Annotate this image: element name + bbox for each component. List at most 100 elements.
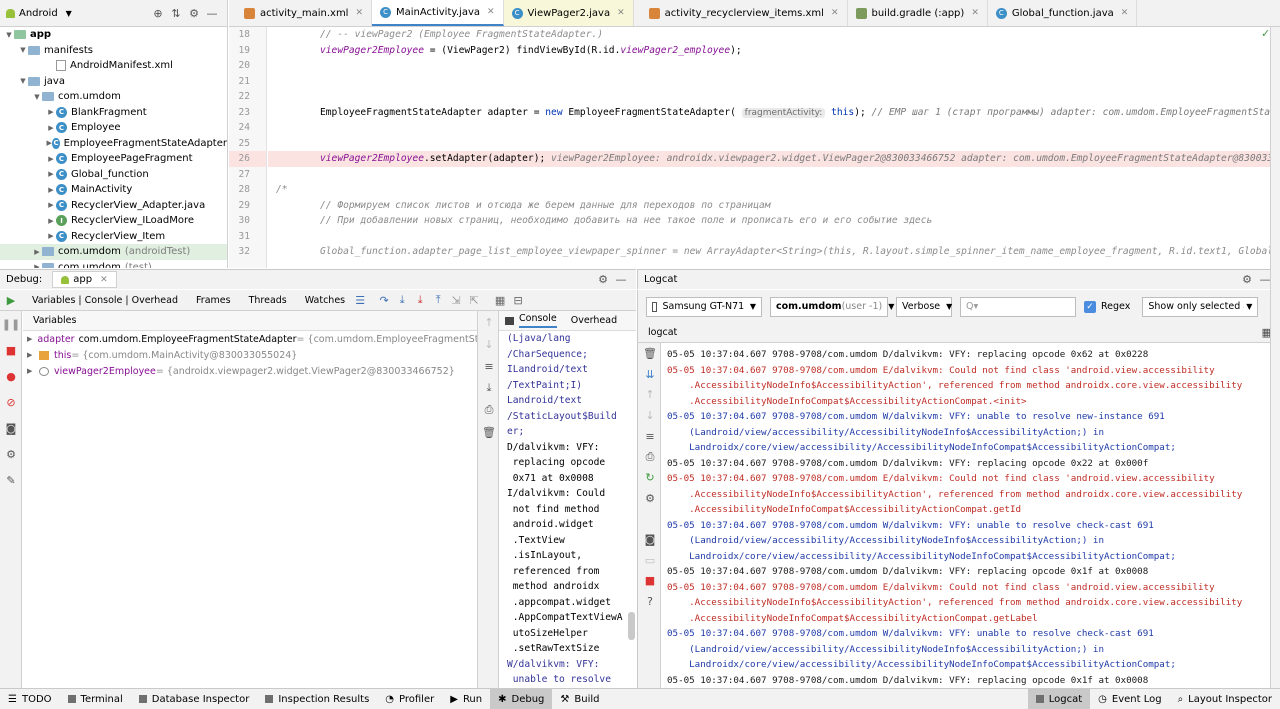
arrow-down-icon[interactable]: ↓ [638, 405, 662, 426]
code-line[interactable]: Global_function.adapter_page_list_employ… [268, 244, 1280, 260]
force-step-into-icon[interactable]: ⤓ [411, 291, 429, 309]
editor-tab[interactable]: C Global_function.java ✕ [988, 0, 1138, 26]
log-line[interactable]: 05-05 10:37:04.607 9708-9708/com.umdom D… [667, 673, 1280, 689]
close-icon[interactable]: ✕ [355, 8, 363, 18]
code-line[interactable] [268, 89, 1280, 105]
settings-icon[interactable]: ⚙ [638, 488, 662, 509]
project-tree-item[interactable]: ▼ java [0, 74, 227, 90]
log-line[interactable]: .AccessibilityNodeInfoCompat$Accessibili… [667, 394, 1280, 410]
inspection-results-button[interactable]: Inspection Results [257, 689, 377, 709]
regex-checkbox[interactable]: ✓ [1084, 300, 1096, 313]
process-select[interactable]: com.umdom (user -1) ▼ [770, 296, 894, 317]
chevron-right-icon[interactable]: ▶ [46, 124, 56, 132]
run-to-cursor-icon[interactable]: ⇲ [447, 291, 465, 309]
project-tree-item[interactable]: ▶ C EmployeePageFragment [0, 151, 227, 167]
code-line[interactable] [268, 74, 1280, 90]
project-tree[interactable]: ▼ app ▼ manifests AndroidManifest.xml ▼ java ▼ c… [0, 27, 228, 268]
variable-row[interactable]: ▶ viewPager2Employee = {androidx.viewpage… [23, 363, 477, 379]
log-line[interactable]: (Landroid/view/accessibility/Accessibili… [667, 642, 1280, 658]
debug-tabs-combined[interactable]: Variables | Console | Overhead [32, 295, 178, 306]
locate-icon[interactable]: ⊕ [149, 4, 167, 22]
project-tree-item[interactable]: ▶ C MainActivity [0, 182, 227, 198]
project-tree-item[interactable]: ▶ C RecyclerView_Item [0, 229, 227, 245]
help-icon[interactable]: ? [638, 591, 662, 612]
tab-console[interactable]: Console [519, 313, 557, 328]
debug-config-tab[interactable]: app ✕ [52, 271, 117, 288]
project-tree-item[interactable]: ▶ C BlankFragment [0, 105, 227, 121]
editor-tab[interactable]: C ViewPager2.java ✕ [503, 0, 634, 26]
close-icon[interactable]: ✕ [1121, 8, 1129, 18]
code-line[interactable]: viewPager2Employee.setAdapter(adapter); … [268, 151, 1280, 167]
code-line[interactable] [268, 229, 1280, 245]
view-breakpoints-icon[interactable]: ● [0, 363, 22, 389]
stop-icon[interactable]: ■ [0, 337, 22, 363]
line-number[interactable]: 28 [229, 182, 266, 198]
tab-watches[interactable]: Watches [305, 295, 345, 306]
profiler-button[interactable]: ◔ Profiler [377, 689, 442, 709]
scroll-to-end-icon[interactable]: ⤓ [478, 377, 500, 399]
log-line[interactable]: .AccessibilityNodeInfoCompat$Accessibili… [667, 611, 1280, 627]
editor-tab[interactable]: activity_main.xml ✕ [229, 0, 373, 26]
log-line[interactable]: 05-05 10:37:04.607 9708-9708/com.umdom W… [667, 518, 1280, 534]
step-out-icon[interactable]: ⤒ [429, 291, 447, 309]
mute-breakpoints-icon[interactable]: ⊘ [0, 389, 22, 415]
log-line[interactable]: Landroidx/core/view/accessibility/Access… [667, 657, 1280, 673]
code-line[interactable]: // -- viewPager2 (Employee FragmentState… [268, 27, 1280, 43]
logcat-output[interactable]: 05-05 10:37:04.607 9708-9708/com.umdom D… [662, 343, 1280, 688]
arrow-up-icon[interactable]: ↑ [478, 311, 500, 333]
minimize-icon[interactable]: — [612, 271, 630, 289]
console-output[interactable]: (Ljava/lang/CharSequence; ILandroid/text /… [499, 331, 628, 688]
close-icon[interactable]: ✕ [487, 7, 495, 17]
print-icon[interactable]: ⎙ [638, 446, 662, 467]
close-icon[interactable]: ✕ [971, 8, 979, 18]
code-line[interactable]: EmployeeFragmentStateAdapter adapter = n… [268, 105, 1280, 121]
pin-icon[interactable]: ✎ [0, 467, 22, 493]
print-icon[interactable]: ⎙ [478, 399, 500, 421]
trash-icon[interactable]: 🗑 [478, 421, 500, 443]
soft-wrap-icon[interactable]: ≡ [638, 426, 662, 447]
tab-logcat[interactable]: logcat [648, 327, 677, 338]
log-line[interactable]: 05-05 10:37:04.607 9708-9708/com.umdom W… [667, 409, 1280, 425]
chevron-right-icon[interactable]: ▶ [27, 335, 32, 343]
log-line[interactable]: 05-05 10:37:04.607 9708-9708/com.umdom E… [667, 471, 1280, 487]
line-number[interactable]: 26 [229, 151, 266, 167]
event-log-button[interactable]: ◷ Event Log [1090, 689, 1169, 709]
gear-icon[interactable]: ⚙ [594, 271, 612, 289]
code-line[interactable] [268, 120, 1280, 136]
run-button[interactable]: ▶ Run [442, 689, 490, 709]
chevron-down-icon[interactable]: ▼ [18, 46, 28, 54]
log-line[interactable]: Landroidx/core/view/accessibility/Access… [667, 549, 1280, 565]
log-line[interactable]: .AccessibilityNodeInfo$AccessibilityActi… [667, 378, 1280, 394]
stop-icon[interactable]: ■ [638, 571, 662, 592]
logcat-search-input[interactable]: Q▾ [960, 296, 1076, 317]
code-line[interactable]: // При добавлении новых страниц, необход… [268, 213, 1280, 229]
code-editor[interactable]: // -- viewPager2 (Employee FragmentState… [268, 27, 1280, 268]
table-icon[interactable]: ▦ [491, 291, 509, 309]
layout-inspector-button[interactable]: ⌕ Layout Inspector [1170, 689, 1280, 709]
scroll-to-end-icon[interactable]: ⇊ [638, 364, 662, 385]
project-tree-item[interactable]: ▼ app [0, 27, 227, 43]
database-inspector-button[interactable]: Database Inspector [131, 689, 258, 709]
layout-icon[interactable]: ⊟ [509, 291, 527, 309]
device-select[interactable]: Samsung GT-N7100 ▼ [646, 296, 762, 317]
chevron-right-icon[interactable]: ▶ [46, 217, 56, 225]
minimize-icon[interactable]: — [203, 4, 221, 22]
editor-gutter[interactable]: 18 19 20 21 22 23 24 25 26 27 28 29 30 31 32 [229, 27, 267, 268]
step-into-icon[interactable]: ⤓ [393, 291, 411, 309]
line-number[interactable]: 31 [229, 229, 266, 245]
project-tree-item[interactable]: ▶ C EmployeeFragmentStateAdapter [0, 136, 227, 152]
line-number[interactable]: 25 [229, 136, 266, 152]
log-line[interactable]: 05-05 10:37:04.607 9708-9708/com.umdom D… [667, 456, 1280, 472]
line-number[interactable]: 19 [229, 43, 266, 59]
log-line[interactable]: 05-05 10:37:04.607 9708-9708/com.umdom W… [667, 626, 1280, 642]
project-tree-item[interactable]: ▶ com.umdom (androidTest) [0, 244, 227, 260]
gear-icon[interactable]: ⚙ [1238, 271, 1256, 289]
log-line[interactable]: 05-05 10:37:04.607 9708-9708/com.umdom D… [667, 347, 1280, 363]
chevron-down-icon[interactable]: ▼ [18, 77, 28, 85]
step-over-icon[interactable]: ↷ [375, 291, 393, 309]
line-number[interactable]: 24 [229, 120, 266, 136]
code-line[interactable]: /* [268, 182, 1280, 198]
chevron-right-icon[interactable]: ▶ [46, 170, 56, 178]
log-line[interactable]: 05-05 10:37:04.607 9708-9708/com.umdom E… [667, 580, 1280, 596]
inspection-ok-icon[interactable]: ✓ [1261, 27, 1270, 40]
